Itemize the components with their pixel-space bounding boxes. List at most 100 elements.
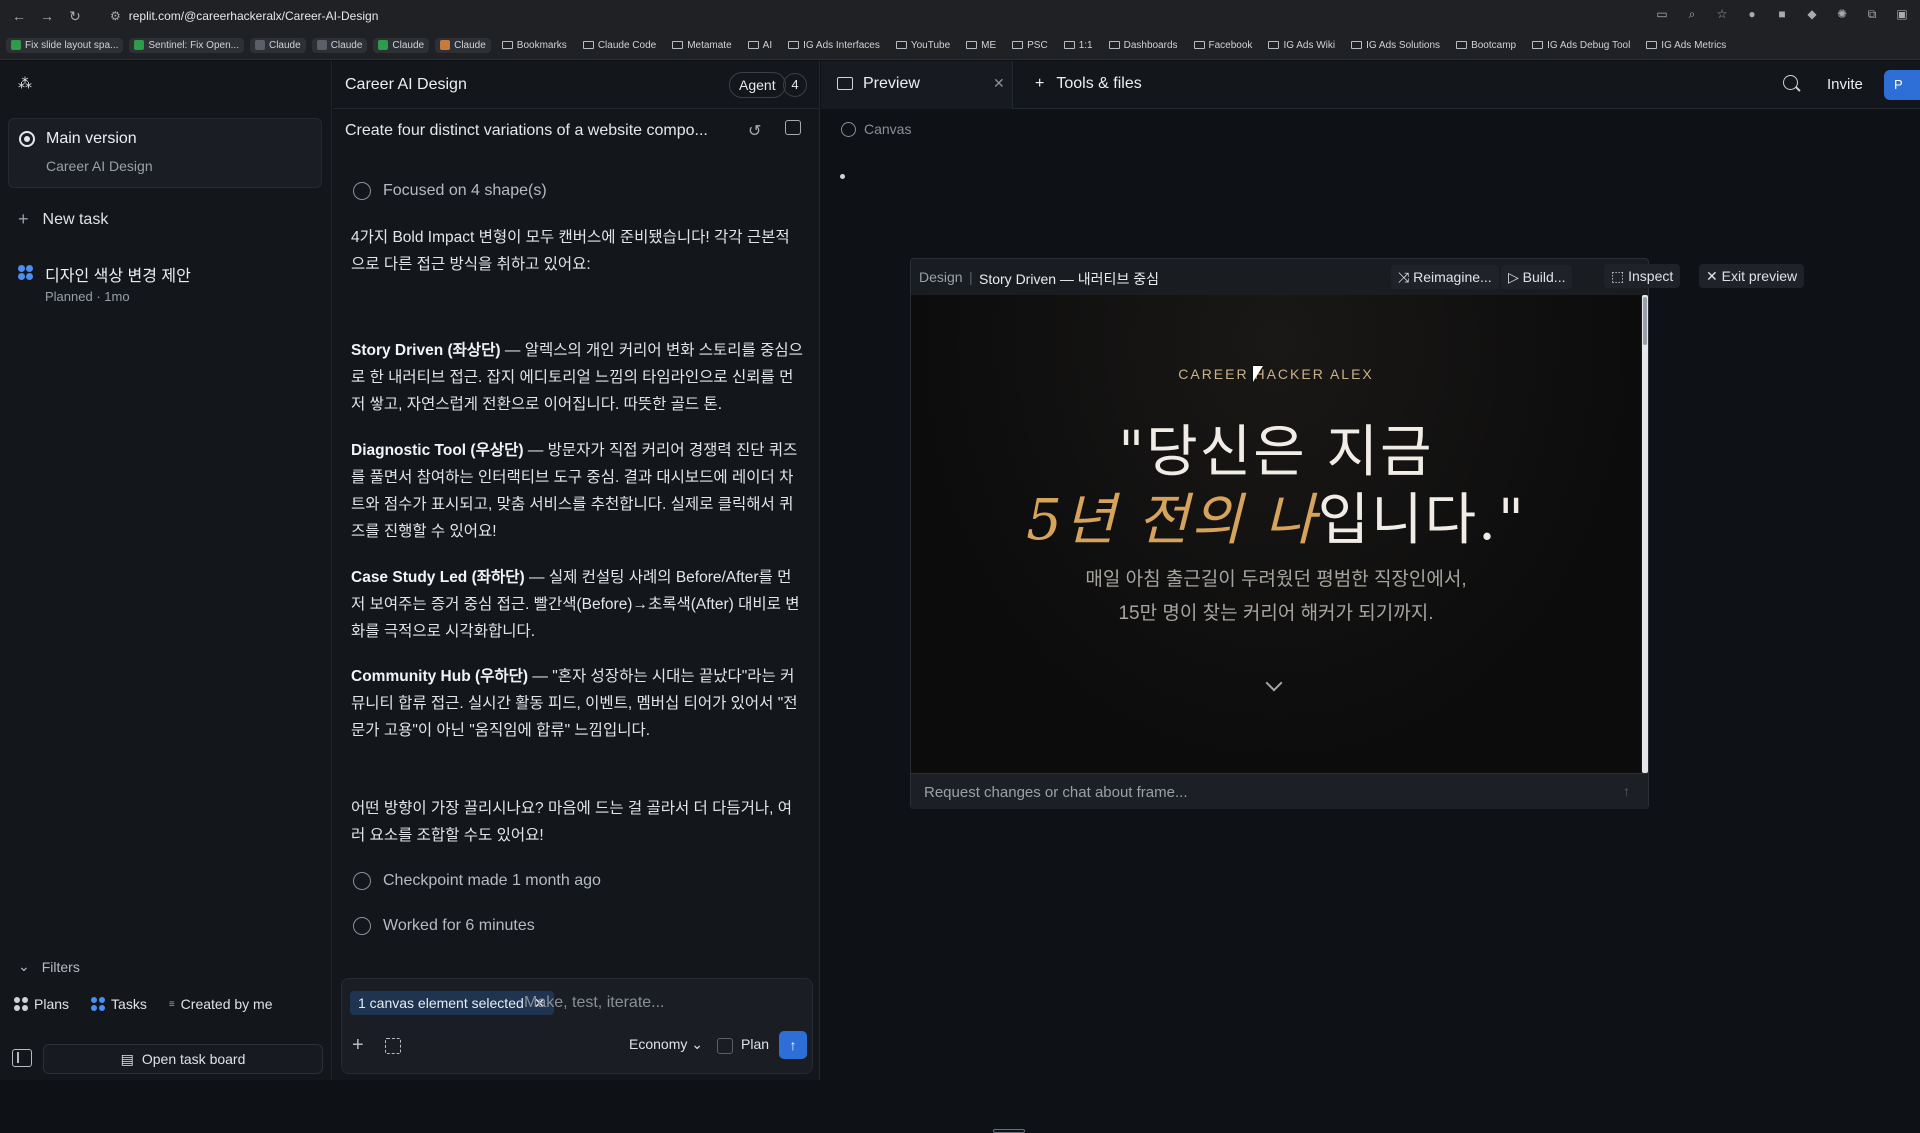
- extensions-puzzle-icon[interactable]: ⧉: [1864, 6, 1880, 22]
- filter-tasks[interactable]: Tasks: [91, 996, 147, 1012]
- cast-icon[interactable]: ▭: [1654, 6, 1670, 22]
- bookmark-item[interactable]: Dashboards: [1104, 38, 1183, 53]
- bookmark-item[interactable]: Claude: [435, 37, 491, 53]
- frame-input-placeholder: Request changes or chat about frame...: [924, 784, 1188, 801]
- task-prompt[interactable]: Create four distinct variations of a web…: [345, 122, 735, 140]
- worked-item[interactable]: Worked for 6 minutes: [353, 917, 535, 935]
- plan-checkbox[interactable]: [717, 1038, 733, 1054]
- bookmark-item[interactable]: Sentinel: Fix Open...: [129, 37, 244, 53]
- frame-scrollbar[interactable]: [1642, 295, 1648, 773]
- selected-element-chip[interactable]: 1 canvas element selected ✕: [350, 991, 554, 1015]
- mode-select[interactable]: Economy ⌄: [629, 1036, 703, 1053]
- zoom-icon[interactable]: ⌕: [1684, 6, 1700, 22]
- send-button[interactable]: ↑: [779, 1031, 807, 1059]
- bookmark-item[interactable]: Claude: [311, 37, 368, 53]
- chat-input[interactable]: Make, test, iterate...: [524, 994, 665, 1012]
- bookmark-item[interactable]: Bookmarks: [497, 38, 572, 53]
- inspect-label: Inspect: [1628, 268, 1674, 284]
- tab-tools-files[interactable]: + Tools & files: [1035, 75, 1142, 93]
- variant-story: Story Driven (좌상단) — 알렉스의 개인 커리어 변화 스토리를…: [351, 337, 803, 418]
- exit-preview-button[interactable]: ✕ Exit preview: [1699, 264, 1805, 288]
- extension-icon[interactable]: ●: [1744, 6, 1760, 22]
- publish-button[interactable]: P: [1884, 70, 1920, 100]
- bookmark-item[interactable]: PSC: [1007, 38, 1053, 53]
- design-frame[interactable]: Design | Story Driven — 내러티브 중심 ⤨ Reimag…: [910, 258, 1649, 809]
- bookmark-item[interactable]: Claude: [373, 37, 430, 53]
- resize-handle[interactable]: [993, 1129, 1025, 1133]
- bookmark-label: Claude: [454, 39, 486, 51]
- agent-count-badge[interactable]: 4: [783, 73, 807, 97]
- agent-button[interactable]: Agent: [729, 72, 786, 98]
- canvas-label-text: Canvas: [864, 121, 912, 137]
- extension-icon[interactable]: ✺: [1834, 6, 1850, 22]
- bookmark-item[interactable]: Claude Code: [578, 38, 661, 53]
- plus-icon: +: [18, 209, 29, 229]
- scroll-down-icon[interactable]: [1265, 674, 1283, 692]
- build-button[interactable]: ▷ Build...: [1501, 265, 1573, 289]
- bookmark-item[interactable]: Claude: [249, 37, 306, 53]
- frame-preview-body: CAREER HACKER ALEX "당신은 지금 5년 전의 나입니다." …: [911, 295, 1641, 773]
- frame-chat-input[interactable]: Request changes or chat about frame... ↑: [911, 773, 1648, 809]
- frame-design-label: Design: [919, 269, 963, 285]
- star-icon[interactable]: ☆: [1714, 6, 1730, 22]
- invite-button[interactable]: Invite: [1827, 76, 1863, 93]
- canvas-label[interactable]: Canvas: [841, 121, 911, 137]
- bookmark-item[interactable]: 1:1: [1059, 38, 1098, 53]
- timer-icon: [353, 917, 371, 935]
- search-icon[interactable]: [1783, 75, 1798, 90]
- site-settings-icon[interactable]: ⚙: [110, 9, 121, 23]
- chat-header: Career AI Design Agent 4: [333, 61, 820, 109]
- extension-icon[interactable]: ■: [1774, 6, 1790, 22]
- sidebar-toggle-icon[interactable]: [12, 1049, 32, 1067]
- filter-plans[interactable]: Plans: [14, 996, 69, 1012]
- variant-name: Diagnostic Tool (우상단): [351, 442, 524, 459]
- bookmark-item[interactable]: IG Ads Metrics: [1641, 38, 1731, 53]
- new-chat-icon[interactable]: [785, 120, 801, 135]
- bookmark-item[interactable]: AI: [743, 38, 777, 53]
- replit-logo-icon[interactable]: ⁂: [18, 75, 32, 91]
- bookmark-item[interactable]: Fix slide layout spa...: [6, 37, 124, 53]
- bookmark-item[interactable]: IG Ads Wiki: [1263, 38, 1340, 53]
- close-tab-icon[interactable]: ✕: [993, 75, 1005, 92]
- bookmark-item[interactable]: Bootcamp: [1451, 38, 1521, 53]
- bookmark-label: IG Ads Interfaces: [803, 39, 880, 51]
- bookmark-item[interactable]: IG Ads Debug Tool: [1527, 38, 1635, 53]
- tab-preview[interactable]: Preview ✕: [821, 61, 1013, 109]
- select-element-icon[interactable]: [385, 1038, 401, 1054]
- back-icon[interactable]: ←: [10, 7, 28, 25]
- filter-created-by-me[interactable]: ≡ Created by me: [169, 996, 273, 1012]
- board-icon: ▤: [120, 1050, 134, 1067]
- forward-icon[interactable]: →: [38, 7, 56, 25]
- filters-toggle[interactable]: ⌄ Filters: [18, 958, 80, 975]
- extension-icon[interactable]: ◆: [1804, 6, 1820, 22]
- new-task-button[interactable]: + New task: [18, 209, 108, 230]
- sidepanel-icon[interactable]: ▣: [1894, 6, 1910, 22]
- bookmark-label: Facebook: [1208, 39, 1253, 51]
- bookmark-label: AI: [762, 39, 773, 51]
- address-bar[interactable]: ⚙ replit.com/@careerhackeralx/Career-AI-…: [110, 9, 378, 23]
- bookmark-item[interactable]: ME: [961, 38, 1001, 53]
- bookmark-item[interactable]: IG Ads Solutions: [1346, 38, 1445, 53]
- hero-rest-text: 입니다.": [1317, 488, 1526, 553]
- folder-icon: [672, 41, 684, 49]
- folder-icon: [1108, 41, 1120, 49]
- reimagine-button[interactable]: ⤨ Reimagine...: [1391, 265, 1499, 289]
- folder-icon: [1351, 41, 1363, 49]
- send-arrow-icon[interactable]: ↑: [1623, 783, 1630, 799]
- bookmark-item[interactable]: IG Ads Interfaces: [783, 38, 885, 53]
- reload-icon[interactable]: ↻: [66, 7, 84, 25]
- open-task-board-button[interactable]: ▤ Open task board: [43, 1044, 323, 1074]
- task-title: 디자인 색상 변경 제안: [45, 268, 191, 285]
- variant-name: Community Hub (우하단): [351, 668, 529, 685]
- bookmark-item[interactable]: Metamate: [667, 38, 736, 53]
- replit-app: ⁂ Main version Career AI Design + New ta…: [0, 61, 1920, 1133]
- attach-plus-icon[interactable]: +: [352, 1034, 364, 1057]
- bookmark-item[interactable]: Facebook: [1189, 38, 1258, 53]
- history-icon[interactable]: ↺: [748, 121, 761, 141]
- main-version-card[interactable]: Main version Career AI Design: [8, 118, 322, 188]
- checkpoint-item[interactable]: Checkpoint made 1 month ago: [353, 872, 601, 890]
- inspect-button[interactable]: ⬚ Inspect: [1604, 264, 1681, 288]
- main-version-subtitle: Career AI Design: [46, 158, 153, 174]
- bookmark-item[interactable]: YouTube: [891, 38, 955, 53]
- tab-preview-label: Preview: [863, 75, 920, 92]
